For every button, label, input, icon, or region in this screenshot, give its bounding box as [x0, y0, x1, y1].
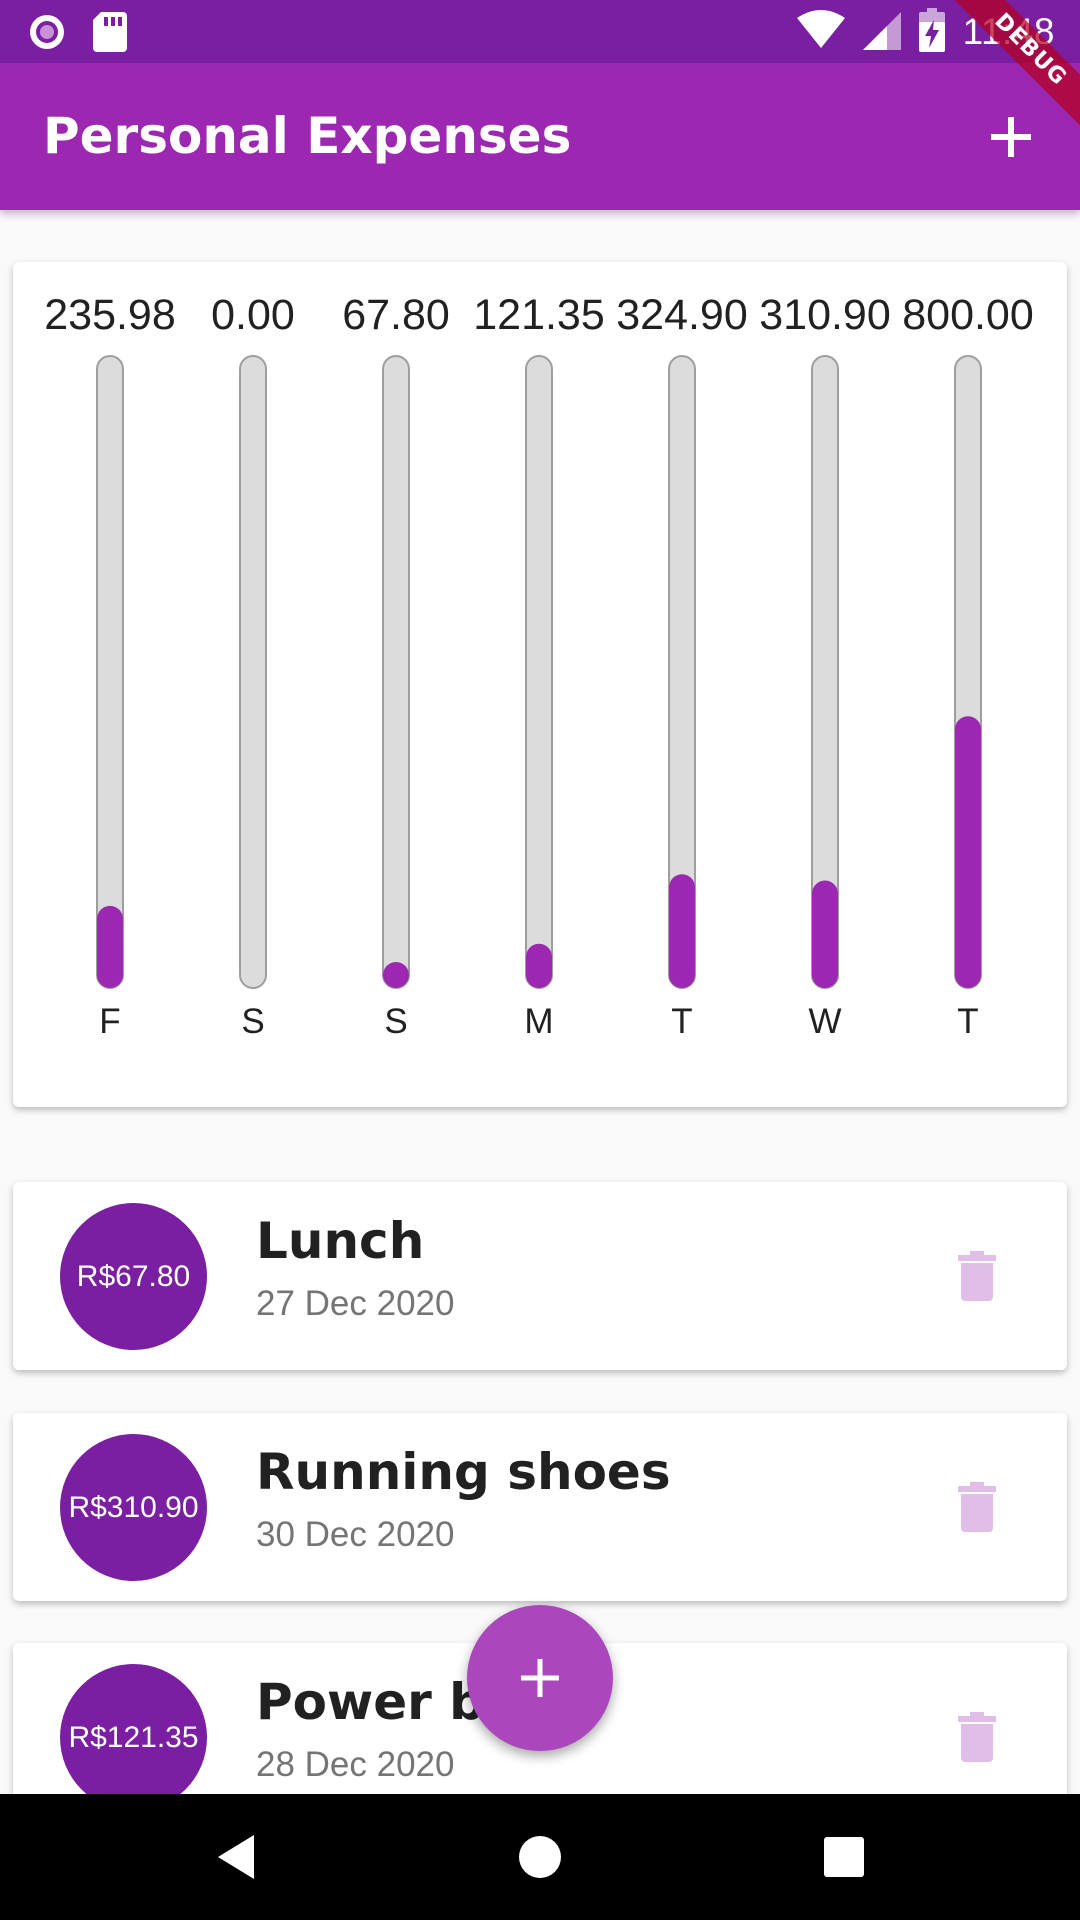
status-bar: 11:48 [0, 0, 1080, 63]
transaction-date: 27 Dec 2020 [256, 1284, 455, 1323]
bar-fill [812, 880, 838, 988]
nav-recents-button[interactable] [764, 1794, 924, 1920]
transaction-title: Running shoes [256, 1443, 671, 1501]
back-icon [218, 1835, 254, 1879]
sd-card-icon [93, 12, 127, 56]
bar-day-label: F [99, 1002, 120, 1041]
bar-track [382, 355, 410, 989]
app-bar: Personal Expenses [0, 63, 1080, 210]
nav-home-button[interactable] [460, 1794, 620, 1920]
transaction-amount-avatar: R$310.90 [60, 1434, 207, 1581]
bar-amount-label: 235.98 [44, 291, 176, 339]
home-icon [519, 1836, 561, 1878]
bar-fill [526, 943, 552, 988]
bar-fill [97, 905, 123, 988]
bar-amount-label: 324.90 [616, 291, 748, 339]
transaction-date: 30 Dec 2020 [256, 1515, 455, 1554]
add-transaction-fab[interactable] [467, 1605, 613, 1751]
delete-transaction-button[interactable] [947, 1246, 1007, 1306]
trash-icon [958, 1251, 996, 1301]
delete-transaction-button[interactable] [947, 1707, 1007, 1767]
recents-icon [824, 1837, 864, 1877]
bar-fill [383, 962, 409, 988]
transaction-card: R$67.80 Lunch 27 Dec 2020 [13, 1182, 1067, 1370]
bar-day-label: W [808, 1002, 841, 1041]
weekly-chart-card: 235.98 F 0.00 S 67.80 S 121.35 M 324.90 T 310.90 W 8… [13, 262, 1067, 1107]
bar-amount-label: 121.35 [473, 291, 605, 339]
status-icons: 11:48 [796, 8, 1055, 56]
bar-fill [955, 716, 981, 988]
add-transaction-button[interactable] [970, 96, 1052, 178]
radio-button-icon [27, 12, 67, 56]
nav-back-button[interactable] [156, 1794, 316, 1920]
system-nav-bar [0, 1794, 1080, 1920]
bar-fill [669, 874, 695, 988]
battery-charging-icon [918, 8, 945, 56]
delete-transaction-button[interactable] [947, 1477, 1007, 1537]
status-time: 11:48 [962, 11, 1055, 52]
bar-amount-label: 67.80 [342, 291, 450, 339]
app-title: Personal Expenses [43, 107, 572, 165]
plus-icon [521, 1659, 559, 1697]
transaction-amount-avatar: R$121.35 [60, 1664, 207, 1811]
bar-amount-label: 0.00 [211, 291, 295, 339]
transaction-title: Lunch [256, 1212, 425, 1270]
bar-track [525, 355, 553, 989]
bar-track [96, 355, 124, 989]
bar-track [239, 355, 267, 989]
wifi-icon [796, 10, 845, 54]
bar-amount-label: 310.90 [759, 291, 891, 339]
trash-icon [958, 1482, 996, 1532]
bar-day-label: T [671, 1002, 692, 1041]
trash-icon [958, 1712, 996, 1762]
bar-day-label: S [241, 1002, 264, 1041]
transaction-amount-avatar: R$67.80 [60, 1203, 207, 1350]
transaction-date: 28 Dec 2020 [256, 1745, 455, 1784]
transaction-card: R$310.90 Running shoes 30 Dec 2020 [13, 1413, 1067, 1601]
app-screen: 11:48 Personal Expenses DEBUG 235.98 F 0.0… [0, 0, 1080, 1920]
plus-icon [991, 117, 1031, 157]
bar-day-label: S [384, 1002, 407, 1041]
weekly-chart: 235.98 F 0.00 S 67.80 S 121.35 M 324.90 T 310.90 W 8… [44, 291, 1034, 1041]
bar-day-label: M [524, 1002, 553, 1041]
bar-day-label: T [957, 1002, 978, 1041]
bar-amount-label: 800.00 [902, 291, 1034, 339]
cell-signal-icon [862, 10, 901, 54]
